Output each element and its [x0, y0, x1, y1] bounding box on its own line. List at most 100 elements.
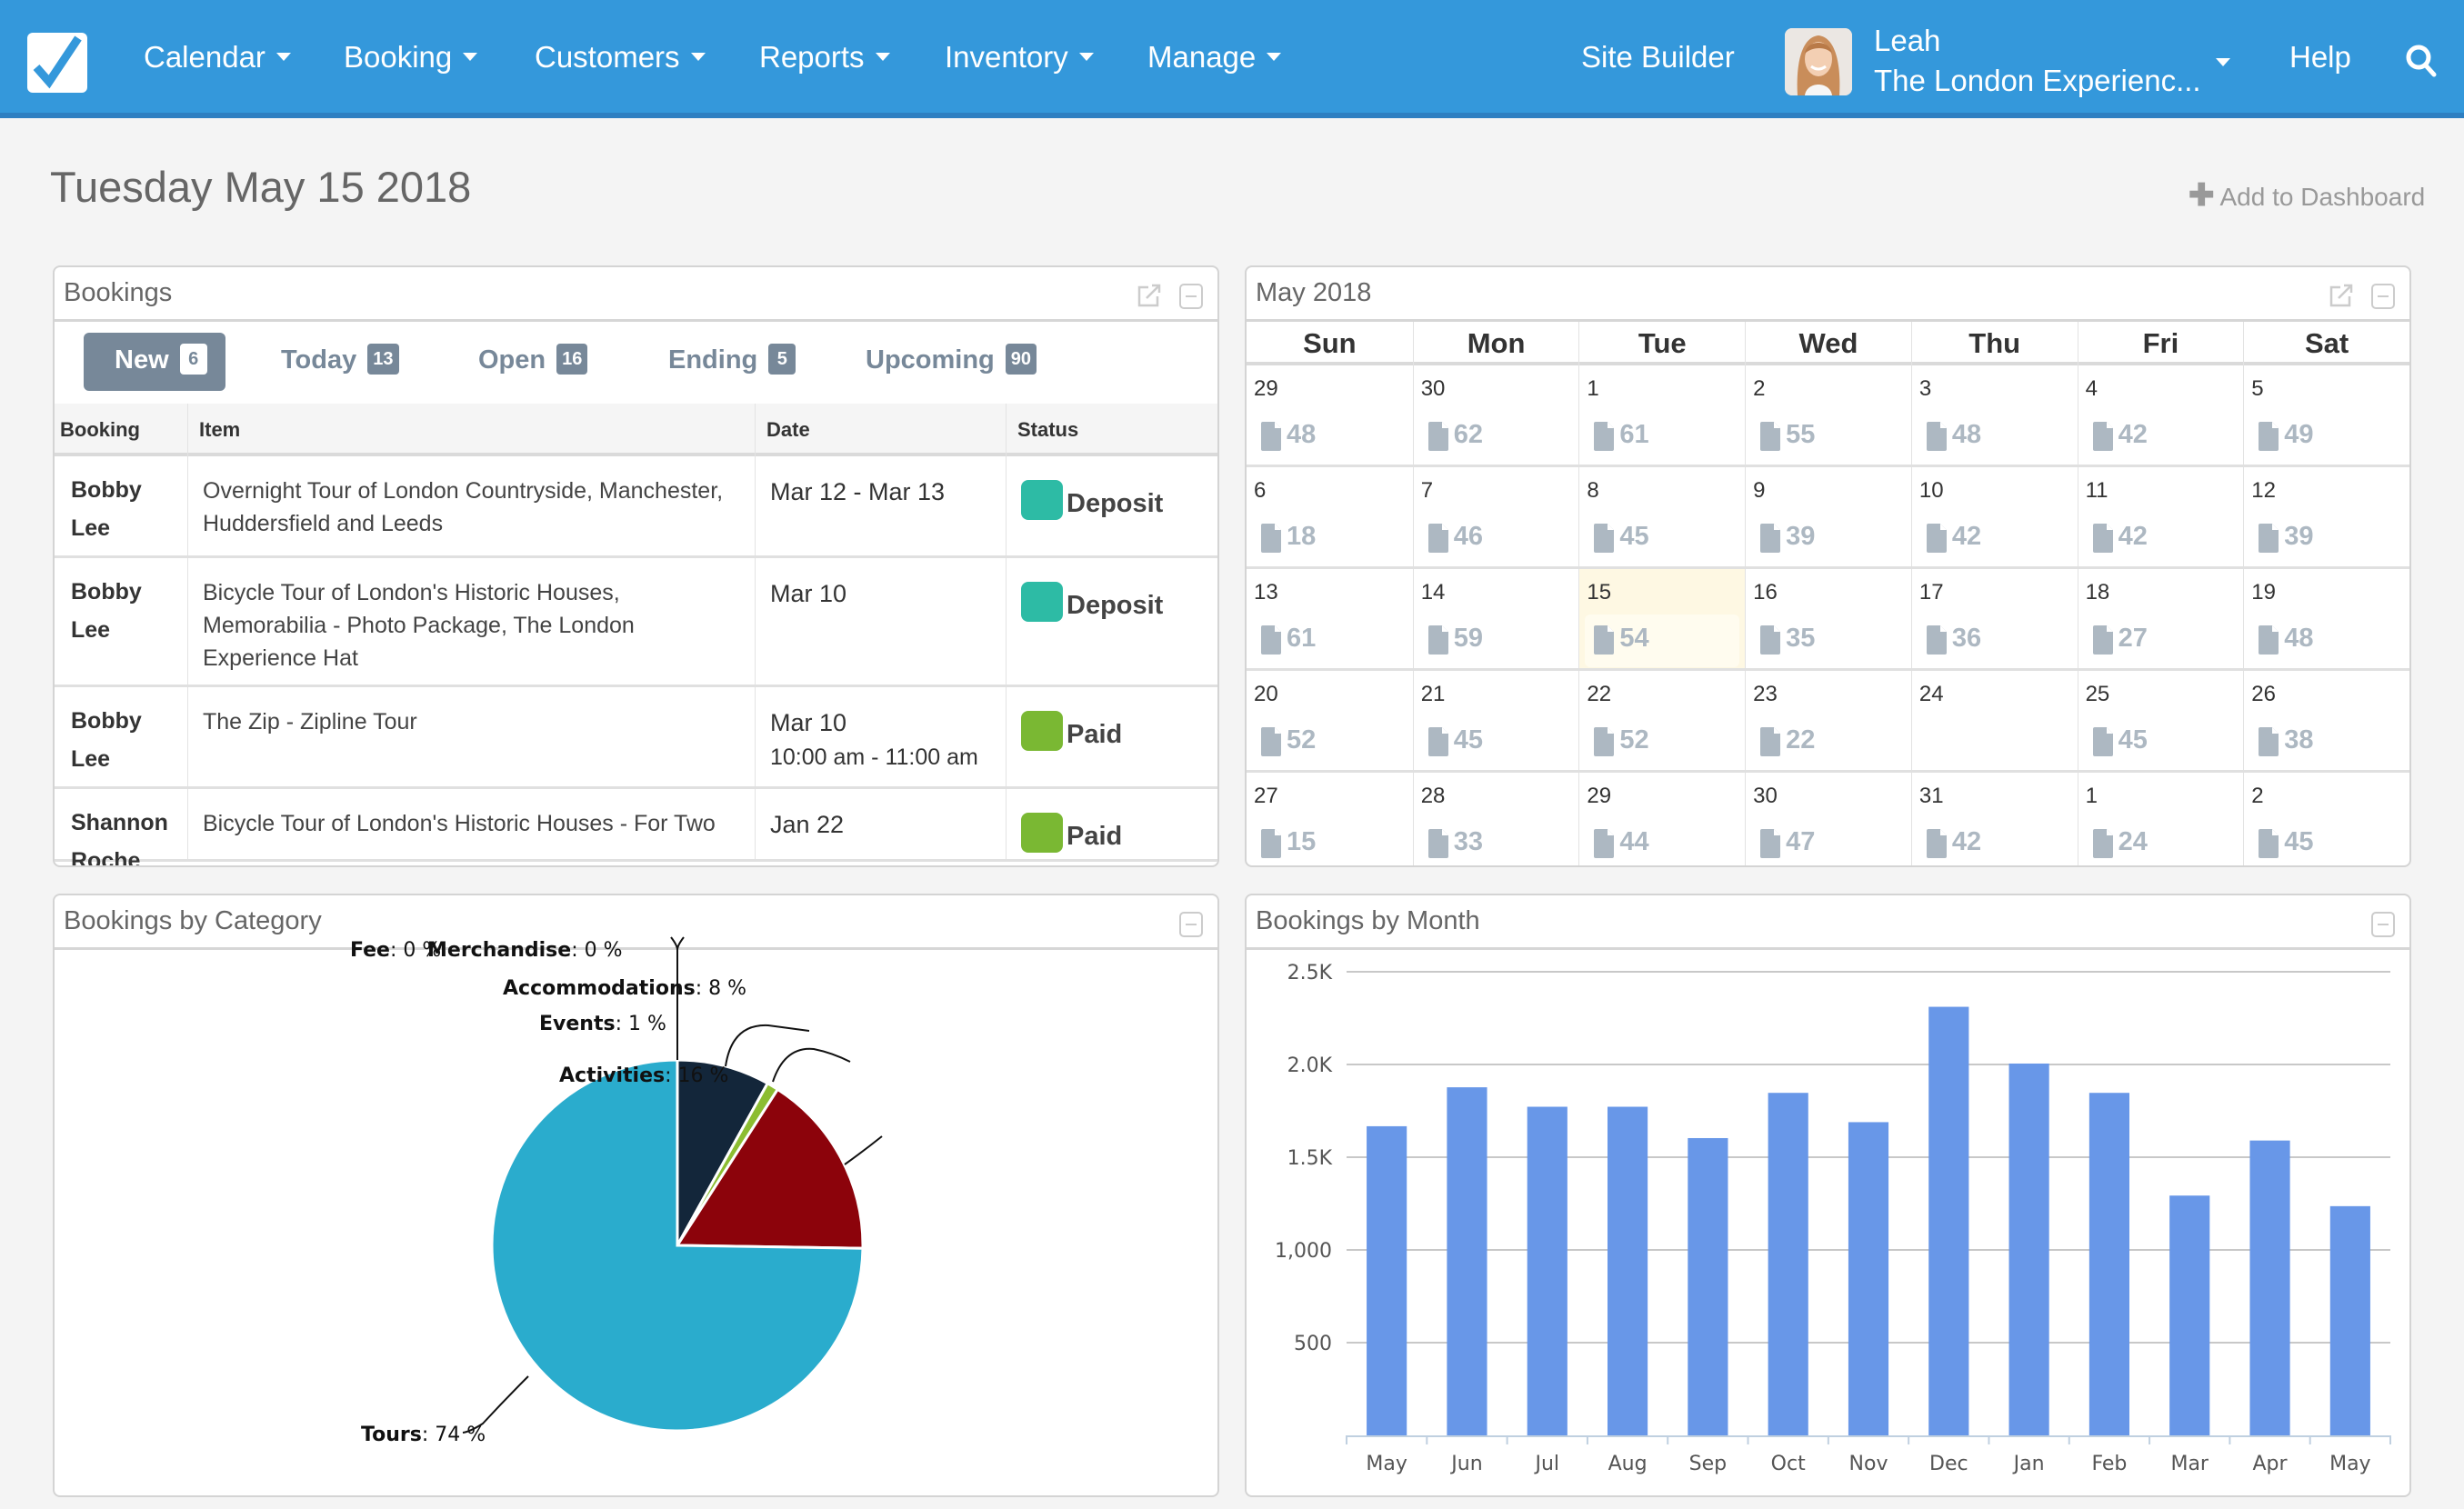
calendar-day-cell[interactable]: 18 27 — [2077, 569, 2244, 668]
booking-count-link[interactable]: 44 — [1585, 818, 1739, 865]
bar-jul-2[interactable] — [1527, 1106, 1568, 1435]
calendar-day-cell[interactable]: 15 54 — [1578, 569, 1746, 668]
table-row[interactable]: Shannon Roche Bicycle Tour of London's His… — [55, 789, 1217, 865]
calendar-day-cell[interactable]: 25 45 — [2077, 671, 2244, 770]
booking-count-link[interactable]: 42 — [2084, 513, 2239, 565]
booking-count-link[interactable]: 45 — [2084, 716, 2239, 769]
booking-count-link[interactable]: 45 — [1419, 716, 1574, 769]
booking-count-link[interactable]: 15 — [1252, 818, 1407, 865]
booking-count-link[interactable]: 47 — [1751, 818, 1906, 865]
calendar-day-cell[interactable]: 20 52 — [1247, 671, 1413, 770]
calendar-day-cell[interactable]: 29 48 — [1247, 365, 1413, 465]
column-header-item[interactable]: Item — [187, 404, 755, 456]
booking-count-link[interactable]: 45 — [2249, 818, 2404, 865]
booking-count-link[interactable]: 48 — [1918, 411, 2072, 464]
help-link[interactable]: Help — [2289, 40, 2351, 75]
booking-count-link[interactable]: 59 — [1419, 615, 1574, 667]
calendar-day-cell[interactable]: 13 61 — [1247, 569, 1413, 668]
booking-count-link[interactable]: 38 — [2249, 716, 2404, 769]
minimize-icon[interactable] — [2371, 284, 2395, 309]
booking-count-link[interactable]: 39 — [1751, 513, 1906, 565]
calendar-day-cell[interactable]: 16 35 — [1745, 569, 1911, 668]
booking-count-link[interactable]: 45 — [1585, 513, 1739, 565]
calendar-day-cell[interactable]: 31 42 — [1910, 773, 2078, 865]
bar-sep-4[interactable] — [1688, 1137, 1728, 1435]
bar-aug-3[interactable] — [1608, 1106, 1648, 1435]
booking-count-link[interactable]: 55 — [1751, 411, 1906, 464]
calendar-day-cell[interactable]: 10 42 — [1910, 467, 2078, 566]
calendar-day-cell[interactable]: 30 47 — [1745, 773, 1911, 865]
booking-count-link[interactable]: 35 — [1751, 615, 1906, 667]
calendar-day-cell[interactable]: 11 42 — [2077, 467, 2244, 566]
booking-count-link[interactable]: 62 — [1419, 411, 1574, 464]
minimize-icon[interactable] — [1179, 284, 1203, 309]
logo[interactable] — [27, 33, 87, 93]
nav-inventory[interactable]: Inventory — [945, 40, 1094, 75]
bar-jan-8[interactable] — [2008, 1063, 2049, 1435]
site-builder-link[interactable]: Site Builder — [1581, 40, 1735, 75]
calendar-day-cell[interactable]: 24 — [1910, 671, 2078, 770]
calendar-day-cell[interactable]: 14 59 — [1412, 569, 1579, 668]
calendar-day-cell[interactable]: 23 22 — [1745, 671, 1911, 770]
tab-upcoming[interactable]: Upcoming 90 — [866, 333, 1037, 391]
nav-customers[interactable]: Customers — [535, 40, 706, 75]
booking-count-link[interactable]: 48 — [1252, 411, 1407, 464]
booking-count-link[interactable]: 46 — [1419, 513, 1574, 565]
booking-count-link[interactable]: 33 — [1419, 818, 1574, 865]
booking-count-link[interactable]: 52 — [1585, 716, 1739, 769]
tab-new[interactable]: New 6 — [84, 333, 225, 391]
calendar-day-cell[interactable]: 4 42 — [2077, 365, 2244, 465]
nav-calendar[interactable]: Calendar — [144, 40, 291, 75]
booking-count-link[interactable]: 54 — [1585, 615, 1740, 667]
calendar-day-cell[interactable]: 19 48 — [2243, 569, 2409, 668]
calendar-day-cell[interactable]: 26 38 — [2243, 671, 2409, 770]
customer-name[interactable]: Bobby Lee — [55, 687, 187, 786]
booking-count-link[interactable]: 27 — [2084, 615, 2239, 667]
tab-ending[interactable]: Ending 5 — [668, 333, 796, 391]
user-name[interactable]: Leah — [1874, 24, 1940, 58]
bar-may-12[interactable] — [2329, 1205, 2370, 1435]
nav-reports[interactable]: Reports — [759, 40, 890, 75]
calendar-day-cell[interactable]: 9 39 — [1745, 467, 1911, 566]
calendar-day-cell[interactable]: 2 55 — [1745, 365, 1911, 465]
calendar-day-cell[interactable]: 29 44 — [1578, 773, 1745, 865]
add-to-dashboard-button[interactable]: ✚ Add to Dashboard — [2189, 177, 2425, 214]
booking-count-link[interactable]: 36 — [1918, 615, 2072, 667]
calendar-day-cell[interactable]: 6 18 — [1247, 467, 1413, 566]
bar-may-0[interactable] — [1367, 1125, 1407, 1435]
booking-count-link[interactable]: 22 — [1751, 716, 1906, 769]
booking-count-link[interactable]: 24 — [2084, 818, 2239, 865]
nav-manage[interactable]: Manage — [1147, 40, 1282, 75]
booking-count-link[interactable]: 61 — [1585, 411, 1739, 464]
bar-dec-7[interactable] — [1928, 1006, 1969, 1435]
table-row[interactable]: Bobby Lee Overnight Tour of London Country… — [55, 456, 1217, 558]
calendar-day-cell[interactable]: 30 62 — [1412, 365, 1579, 465]
nav-booking[interactable]: Booking — [344, 40, 478, 75]
bar-nov-6[interactable] — [1848, 1122, 1889, 1435]
calendar-day-cell[interactable]: 7 46 — [1412, 467, 1579, 566]
calendar-day-cell[interactable]: 28 33 — [1412, 773, 1579, 865]
external-link-icon[interactable] — [1136, 284, 1163, 309]
search-icon[interactable] — [2405, 44, 2438, 78]
booking-count-link[interactable]: 52 — [1252, 716, 1407, 769]
booking-count-link[interactable]: 42 — [2084, 411, 2239, 464]
bar-oct-5[interactable] — [1768, 1093, 1808, 1435]
table-row[interactable]: Bobby Lee Bicycle Tour of London's Histori… — [55, 558, 1217, 687]
booking-count-link[interactable]: 42 — [1918, 818, 2072, 865]
booking-count-link[interactable]: 39 — [2249, 513, 2404, 565]
calendar-day-cell[interactable]: 12 39 — [2243, 467, 2409, 566]
customer-name[interactable]: Shannon Roche — [55, 789, 187, 865]
calendar-day-cell[interactable]: 17 36 — [1910, 569, 2078, 668]
avatar[interactable] — [1785, 28, 1852, 95]
calendar-day-cell[interactable]: 1 61 — [1578, 365, 1745, 465]
calendar-day-cell[interactable]: 21 45 — [1412, 671, 1579, 770]
calendar-day-cell[interactable]: 22 52 — [1578, 671, 1745, 770]
calendar-day-cell[interactable]: 1 24 — [2077, 773, 2244, 865]
calendar-day-cell[interactable]: 3 48 — [1910, 365, 2078, 465]
booking-count-link[interactable]: 42 — [1918, 513, 2072, 565]
external-link-icon[interactable] — [2328, 284, 2355, 309]
booking-count-link[interactable]: 61 — [1252, 615, 1407, 667]
tab-today[interactable]: Today 13 — [281, 333, 399, 391]
column-header-status[interactable]: Status — [1006, 404, 1217, 456]
calendar-day-cell[interactable]: 8 45 — [1578, 467, 1745, 566]
